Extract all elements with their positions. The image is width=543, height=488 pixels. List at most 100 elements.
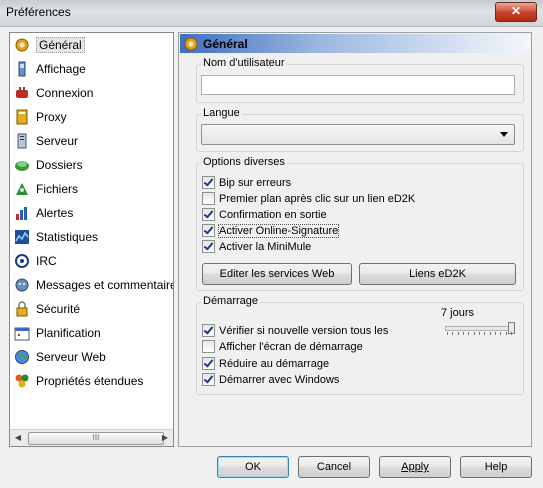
slider-tick <box>484 332 485 335</box>
server-icon <box>14 133 30 149</box>
sidebar-item-label: Serveur <box>36 134 79 148</box>
beep-on-errors-checkbox[interactable]: Bip sur erreurs <box>202 175 291 190</box>
files-icon <box>14 181 30 197</box>
update-interval-slider[interactable] <box>445 321 515 337</box>
apply-button[interactable]: Apply <box>379 456 451 478</box>
confirm-exit-checkbox[interactable]: Confirmation en sortie <box>202 207 327 222</box>
scrollbar-thumb[interactable]: III <box>28 432 164 445</box>
folders-icon <box>14 157 30 173</box>
checkbox-box[interactable] <box>202 357 215 370</box>
checkbox-label: Vérifier si nouvelle version tous les <box>219 324 389 337</box>
connection-icon <box>14 85 30 101</box>
sidebar-item-label: IRC <box>36 254 57 268</box>
slider-tick <box>495 332 496 335</box>
panel-title: Général <box>203 36 248 51</box>
sidebar-item-files[interactable]: Fichiers <box>10 178 173 200</box>
alerts-icon <box>14 205 30 221</box>
scroll-right-icon[interactable]: ▶ <box>157 430 173 446</box>
sidebar-item-irc[interactable]: IRC <box>10 250 173 272</box>
sidebar-item-server[interactable]: Serveur <box>10 130 173 152</box>
misc-options-legend: Options diverses <box>201 156 287 168</box>
messages-icon <box>14 277 30 293</box>
start-with-windows-checkbox[interactable]: Démarrer avec Windows <box>202 372 339 387</box>
checkbox-label: Afficher l'écran de démarrage <box>219 340 363 353</box>
ok-button[interactable]: OK <box>217 456 289 478</box>
panel-header: Général <box>180 34 530 53</box>
checkbox-box[interactable] <box>202 240 215 253</box>
startup-group: Démarrage 7 jours Vérifier si nouvelle v… <box>196 295 524 395</box>
checkbox-box[interactable] <box>202 340 215 353</box>
online-signature-checkbox[interactable]: Activer Online-Signature <box>202 223 340 238</box>
sidebar-item-web-server[interactable]: Serveur Web <box>10 346 173 368</box>
lock-icon <box>14 301 30 317</box>
ed2k-links-button[interactable]: Liens eD2K <box>359 263 516 285</box>
checkbox-box[interactable] <box>202 208 215 221</box>
sidebar-item-proxy[interactable]: Proxy <box>10 106 173 128</box>
display-icon <box>14 61 30 77</box>
sidebar-item-label: Alertes <box>36 206 74 220</box>
title-bar: Préférences ✕ <box>0 0 543 27</box>
sidebar-item-general[interactable]: Général <box>10 34 173 56</box>
cancel-button[interactable]: Cancel <box>298 456 370 478</box>
checkbox-box[interactable] <box>202 192 215 205</box>
checkbox-box[interactable] <box>202 324 215 337</box>
edit-web-services-button[interactable]: Editer les services Web <box>202 263 352 285</box>
checkbox-label: Premier plan après clic sur un lien eD2K <box>219 192 416 205</box>
preferences-window: Préférences ✕ Général Affichage Connexio… <box>0 0 543 488</box>
window-title: Préférences <box>6 5 71 19</box>
extended-icon <box>14 373 30 389</box>
gear-icon <box>14 37 30 53</box>
gear-icon <box>183 36 199 52</box>
sidebar-item-extended-properties[interactable]: Propriétés étendues <box>10 370 173 392</box>
sidebar-item-security[interactable]: Sécurité <box>10 298 173 320</box>
sidebar-item-connection[interactable]: Connexion <box>10 82 173 104</box>
minimule-checkbox[interactable]: Activer la MiniMule <box>202 239 311 254</box>
sidebar-item-schedule[interactable]: Planification <box>10 322 173 344</box>
slider-tick <box>511 332 512 335</box>
sidebar-item-label: Général <box>36 37 85 53</box>
update-interval-value: 7 jours <box>441 307 475 319</box>
misc-options-group: Options diverses Bip sur erreurs Premier… <box>196 156 524 291</box>
globe-icon <box>14 349 30 365</box>
checkbox-label: Confirmation en sortie <box>219 208 327 221</box>
horizontal-scrollbar[interactable]: ◀ III ▶ <box>10 429 173 446</box>
minimize-on-start-checkbox[interactable]: Réduire au démarrage <box>202 356 329 371</box>
scroll-left-icon[interactable]: ◀ <box>10 430 26 446</box>
checkbox-box[interactable] <box>202 176 215 189</box>
help-button[interactable]: Help <box>460 456 532 478</box>
slider-track <box>445 326 515 331</box>
username-legend: Nom d'utilisateur <box>201 57 287 69</box>
category-list[interactable]: Général Affichage Connexion Proxy Serveu… <box>9 32 174 447</box>
slider-tick <box>458 332 459 335</box>
sidebar-item-display[interactable]: Affichage <box>10 58 173 80</box>
slider-tick <box>468 332 469 335</box>
slider-tick <box>506 332 507 335</box>
sidebar-item-alerts[interactable]: Alertes <box>10 202 173 224</box>
checkbox-label: Activer Online-Signature <box>217 223 340 238</box>
sidebar-item-label: Fichiers <box>36 182 79 196</box>
foreground-on-link-checkbox[interactable]: Premier plan après clic sur un lien eD2K <box>202 191 415 206</box>
chevron-down-icon <box>500 132 508 137</box>
sidebar-item-messages[interactable]: Messages et commentaires <box>10 274 174 296</box>
statistics-icon <box>14 229 30 245</box>
sidebar-item-label: Statistiques <box>36 230 99 244</box>
close-button[interactable]: ✕ <box>495 2 537 22</box>
slider-tick <box>463 332 464 335</box>
schedule-icon <box>14 325 30 341</box>
checkbox-box[interactable] <box>202 373 215 386</box>
username-input[interactable] <box>201 75 515 95</box>
proxy-icon <box>14 109 30 125</box>
slider-tick <box>490 332 491 335</box>
language-group: Langue <box>196 107 524 152</box>
sidebar-item-folders[interactable]: Dossiers <box>10 154 173 176</box>
splash-screen-checkbox[interactable]: Afficher l'écran de démarrage <box>202 339 363 354</box>
language-select[interactable] <box>201 124 515 145</box>
sidebar-item-label: Planification <box>36 326 101 340</box>
check-updates-checkbox[interactable]: Vérifier si nouvelle version tous les <box>202 323 388 338</box>
slider-tick <box>452 332 453 335</box>
slider-tick <box>447 332 448 335</box>
checkbox-box[interactable] <box>202 224 215 237</box>
slider-tick <box>479 332 480 335</box>
sidebar-item-statistics[interactable]: Statistiques <box>10 226 173 248</box>
sidebar-item-label: Messages et commentaires <box>36 278 174 292</box>
